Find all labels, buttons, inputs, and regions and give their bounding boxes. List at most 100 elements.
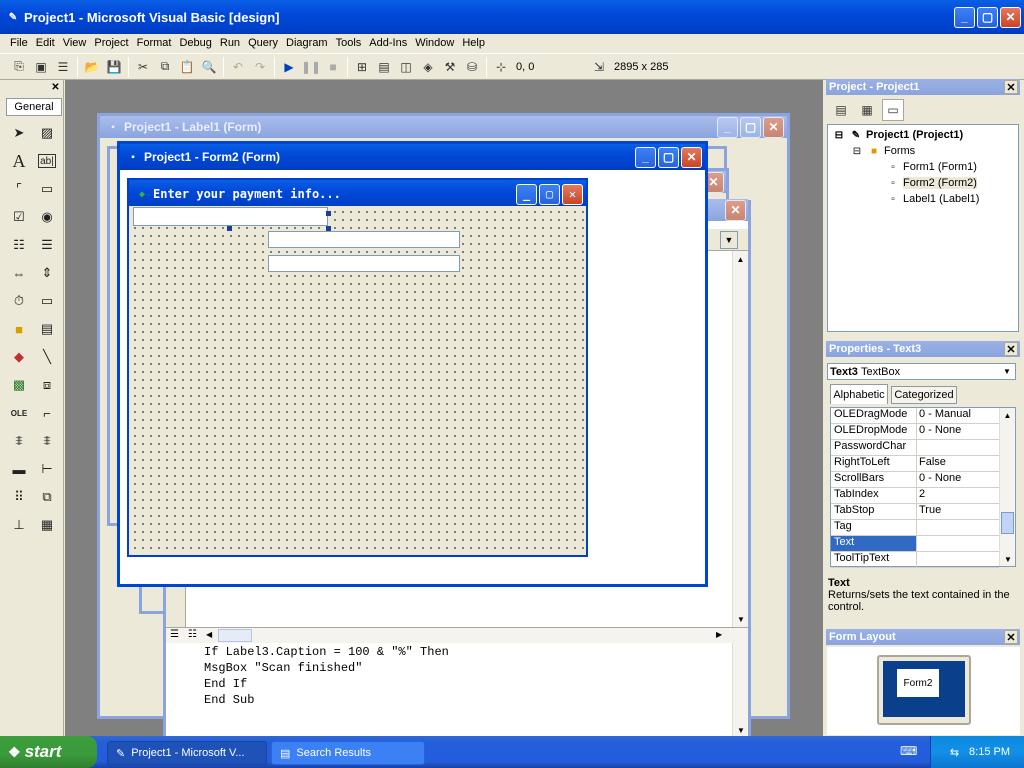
toolbox-general-tab[interactable]: General xyxy=(6,98,62,116)
scroll-right-icon[interactable]: ▶ xyxy=(716,630,722,639)
checkbox-tool-icon[interactable]: ☑ xyxy=(8,206,30,228)
toolbox-close-icon[interactable]: ✕ xyxy=(49,81,62,94)
tree-item-form2[interactable]: ▫ Form2 (Form2) xyxy=(886,177,977,189)
property-value[interactable] xyxy=(917,536,999,551)
code-vscrollbar[interactable]: ▲ ▼ xyxy=(732,251,748,627)
scroll-up-icon[interactable]: ▲ xyxy=(1000,408,1015,422)
property-row[interactable]: OLEDragMode 0 - Manual xyxy=(831,408,999,424)
code-line[interactable]: End Sub xyxy=(204,693,254,707)
form-layout-close-icon[interactable]: ✕ xyxy=(1004,630,1018,644)
property-row[interactable]: TabStop True xyxy=(831,504,999,520)
network-icon[interactable]: ⇆ xyxy=(950,746,959,759)
save-icon[interactable]: 💾 xyxy=(103,56,125,78)
shape-tool-icon[interactable]: ◆ xyxy=(8,346,30,368)
listbox-tool-icon[interactable]: ☰ xyxy=(36,234,58,256)
end-icon[interactable]: ■ xyxy=(322,56,344,78)
toggle-folders-icon[interactable]: ▭ xyxy=(882,99,904,121)
code-line[interactable]: MsgBox "Scan finished" xyxy=(204,661,362,675)
maximize-button[interactable]: ▢ xyxy=(977,6,998,28)
form-layout-title-bar[interactable]: Form Layout xyxy=(826,629,1020,645)
drivelistbox-tool-icon[interactable]: ▭ xyxy=(36,290,58,312)
selection-handle[interactable] xyxy=(227,226,232,231)
add-project-icon[interactable]: ⎘ xyxy=(8,56,30,78)
scroll-left-icon[interactable]: ◀ xyxy=(206,630,212,639)
properties-panel-title-bar[interactable]: Properties - Text3 xyxy=(826,341,1020,357)
minimize-button[interactable]: _ xyxy=(954,6,975,28)
menu-add-ins[interactable]: Add-Ins xyxy=(365,37,411,49)
property-row[interactable]: TabIndex 2 xyxy=(831,488,999,504)
start-button[interactable]: ❖ start xyxy=(0,736,97,768)
menu-run[interactable]: Run xyxy=(216,37,244,49)
code-line[interactable]: If Label3.Caption = 100 & "%" Then xyxy=(204,645,449,659)
menu-edit[interactable]: Edit xyxy=(32,37,59,49)
tree-item-form1[interactable]: ▫ Form1 (Form1) xyxy=(886,161,977,173)
statusbar-tool-icon[interactable]: ⩨ xyxy=(36,430,58,452)
hscrollbar-tool-icon[interactable]: ⇔ xyxy=(8,262,30,284)
label1-form-title-bar[interactable]: ▪ Project1 - Label1 (Form) _ ▢ ✕ xyxy=(100,116,787,138)
menu-help[interactable]: Help xyxy=(458,37,489,49)
task-button-search[interactable]: ▤ Search Results xyxy=(271,741,425,765)
designed-form-title-bar[interactable]: ◆ Enter your payment info... _ ▢ ✕ xyxy=(129,180,586,208)
commandbutton-tool-icon[interactable]: ▭ xyxy=(36,178,58,200)
object-selector[interactable]: Text3 TextBox ▼ xyxy=(827,363,1016,380)
pointer-tool-icon[interactable]: ➤ xyxy=(8,122,30,144)
minimize-button[interactable]: _ xyxy=(516,183,537,205)
menu-project[interactable]: Project xyxy=(90,37,132,49)
properties-window-icon[interactable]: ▤ xyxy=(373,56,395,78)
property-value[interactable] xyxy=(917,440,999,455)
property-value[interactable]: False xyxy=(917,456,999,471)
tree-item-label1[interactable]: ▫ Label1 (Label1) xyxy=(886,193,979,205)
code-line[interactable]: End If xyxy=(204,677,247,691)
dirlistbox-tool-icon[interactable]: ■ xyxy=(8,318,30,340)
close-button[interactable]: ✕ xyxy=(562,183,583,205)
scroll-down-icon[interactable]: ▼ xyxy=(733,611,749,627)
cut-icon[interactable]: ✂ xyxy=(132,56,154,78)
app-title-bar[interactable]: ✎ Project1 - Microsoft Visual Basic [des… xyxy=(0,0,1024,34)
frame-tool-icon[interactable]: ⌜ xyxy=(8,178,30,200)
textbox-text1[interactable] xyxy=(133,207,328,226)
filelistbox-tool-icon[interactable]: ▤ xyxy=(36,318,58,340)
textbox-text3[interactable] xyxy=(268,255,460,272)
timer-tool-icon[interactable]: ⏱ xyxy=(8,290,30,312)
textbox-text2[interactable] xyxy=(268,231,460,248)
paste-icon[interactable]: 📋 xyxy=(176,56,198,78)
procedure-view-icon[interactable]: ☰ xyxy=(170,629,179,640)
open-icon[interactable]: 📂 xyxy=(81,56,103,78)
tabstrip-tool-icon[interactable]: ⌐ xyxy=(36,402,58,424)
property-row[interactable]: Tag xyxy=(831,520,999,536)
toolbar-tool-icon[interactable]: ⩨ xyxy=(8,430,30,452)
tab-alphabetic[interactable]: Alphabetic xyxy=(830,384,888,404)
maximize-button[interactable]: ▢ xyxy=(539,183,560,205)
minimize-button[interactable]: _ xyxy=(635,146,656,168)
menu-query[interactable]: Query xyxy=(244,37,282,49)
tree-root[interactable]: ⊟ ✎ Project1 (Project1) xyxy=(832,129,963,141)
property-row[interactable]: OLEDropMode 0 - None xyxy=(831,424,999,440)
scroll-down-icon[interactable]: ▼ xyxy=(733,723,749,737)
close-button[interactable]: ✕ xyxy=(1000,6,1021,28)
copy-icon[interactable]: ⧉ xyxy=(154,56,176,78)
menu-editor-icon[interactable]: ☰ xyxy=(52,56,74,78)
menu-diagram[interactable]: Diagram xyxy=(282,37,332,49)
form-thumbnail[interactable]: Form2 xyxy=(897,669,939,697)
picturebox-tool-icon[interactable]: ▨ xyxy=(36,122,58,144)
properties-panel-close-icon[interactable]: ✕ xyxy=(1004,342,1018,356)
scroll-up-icon[interactable]: ▲ xyxy=(733,251,748,267)
menu-tools[interactable]: Tools xyxy=(332,37,366,49)
property-grid-scrollbar[interactable]: ▲ ▼ xyxy=(999,408,1015,566)
property-row[interactable]: PasswordChar xyxy=(831,440,999,456)
keyboard-icon[interactable]: ⌨ xyxy=(900,744,917,758)
property-value[interactable] xyxy=(917,520,999,535)
progressbar-tool-icon[interactable]: ▬ xyxy=(8,458,30,480)
selection-handle[interactable] xyxy=(326,226,331,231)
property-value[interactable]: True xyxy=(917,504,999,519)
maximize-button[interactable]: ▢ xyxy=(658,146,679,168)
clock[interactable]: 8:15 PM xyxy=(969,746,1010,758)
tree-folder-forms[interactable]: ⊟ ■ Forms xyxy=(850,145,915,157)
vscrollbar-tool-icon[interactable]: ⇕ xyxy=(36,262,58,284)
form-layout-icon[interactable]: ◫ xyxy=(395,56,417,78)
project-panel-close-icon[interactable]: ✕ xyxy=(1004,80,1018,94)
property-row[interactable]: RightToLeft False xyxy=(831,456,999,472)
scroll-thumb[interactable] xyxy=(1001,512,1014,534)
imagelist-tool-icon[interactable]: ⧉ xyxy=(36,486,58,508)
property-row[interactable]: ScrollBars 0 - None xyxy=(831,472,999,488)
